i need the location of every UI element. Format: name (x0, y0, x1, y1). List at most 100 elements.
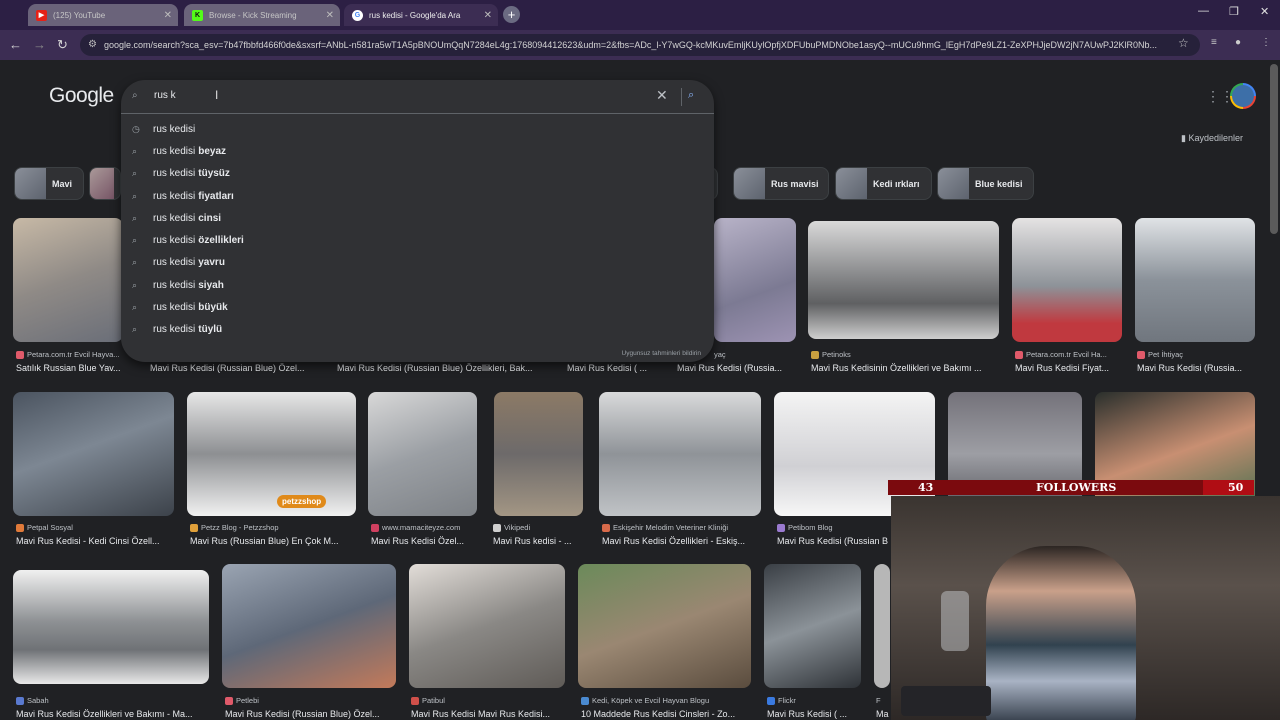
profile-icon[interactable]: ● (1235, 37, 1241, 48)
search-input[interactable]: rus k (154, 90, 176, 101)
site-favicon (1015, 350, 1023, 359)
chip-label: Rus mavisi (771, 178, 819, 189)
result-image[interactable] (1135, 218, 1255, 342)
result-image[interactable] (368, 392, 477, 516)
result-image[interactable] (13, 392, 174, 516)
suggestion-prefix: rus kedisi (153, 168, 196, 180)
result-image[interactable] (1012, 218, 1122, 342)
tab-google[interactable]: G rus kedisi - Google'da Ara ✕ (344, 4, 498, 26)
search-icon: ⌕ (132, 168, 138, 179)
report-predictions-link[interactable]: Uygunsuz tahminleri bildirin (622, 350, 701, 357)
google-logo[interactable]: Google (49, 84, 114, 108)
result-title[interactable]: Mavi Rus Kedisinin Özellikleri ve Bakımı… (811, 363, 1001, 373)
clear-search-button[interactable]: ✕ (656, 87, 668, 104)
result-title[interactable]: Mavi Rus Kedisi Fiyat... (1015, 363, 1125, 373)
chip-blue-kedisi[interactable]: Blue kedisi (937, 167, 1034, 200)
maximize-icon[interactable]: ❐ (1229, 5, 1239, 18)
suggestion-item[interactable]: ⌕ rus kedisi cinsi (121, 207, 714, 229)
tab-youtube[interactable]: ▶ (125) YouTube ✕ (28, 4, 178, 26)
result-title[interactable]: Mavi Rus Kedisi Özellikleri ve Bakımı - … (16, 709, 211, 719)
result-image[interactable]: petzzshop (187, 392, 356, 516)
suggestion-item[interactable]: ◷ rus kedisi (121, 118, 714, 140)
suggestion-item[interactable]: ⌕ rus kedisi tüylü (121, 319, 714, 341)
result-title[interactable]: Mavi Rus (Russian Blue) En Çok M... (190, 536, 355, 546)
close-icon[interactable]: ✕ (326, 10, 334, 21)
result-title[interactable]: 10 Maddede Rus Kedisi Cinsleri - Zo... (581, 709, 751, 719)
bottle (941, 591, 969, 651)
suggestion-item[interactable]: ⌕ rus kedisi büyük (121, 296, 714, 318)
result-title[interactable]: Mavi Rus Kedisi (Russia... (1137, 363, 1255, 373)
result-image[interactable] (599, 392, 761, 516)
google-icon: G (352, 9, 363, 21)
site-favicon (371, 523, 379, 532)
result-source: F (876, 696, 890, 705)
search-submit-button[interactable]: ⌕ (688, 89, 694, 102)
result-title[interactable]: Mavi Rus Kedisi ( ... (567, 363, 662, 373)
menu-icon[interactable]: ⋮ (1261, 37, 1271, 48)
result-title[interactable]: Mavi Rus Kedisi Özellikleri - Eskiş... (602, 536, 762, 546)
result-image[interactable] (808, 221, 999, 339)
result-image[interactable] (578, 564, 751, 688)
chip-mavi[interactable]: Mavi (14, 167, 84, 200)
extensions-icon[interactable]: ≡ (1211, 37, 1217, 48)
suggestion-prefix: rus kedisi (153, 257, 196, 269)
address-bar[interactable]: ⚙ google.com/search?sca_esv=7b47fbbfd466… (80, 34, 1200, 56)
kick-icon: K (192, 9, 203, 21)
result-title[interactable]: Satılık Russian Blue Yav... (16, 363, 136, 373)
result-title[interactable]: Mavi Rus Kedisi (Russian B (777, 536, 889, 546)
result-title[interactable]: Mavi Rus Kedisi (Russian Blue) Özellikle… (337, 363, 552, 373)
source-label: Pet İhtiyaç (1148, 350, 1184, 359)
result-title[interactable]: Mavi Rus Kedisi (Russia... (677, 363, 799, 373)
minimize-icon[interactable]: — (1198, 5, 1209, 17)
result-image[interactable] (714, 218, 796, 342)
followers-goal-bar: 43 FOLLOWERS 50 (888, 480, 1254, 495)
result-title[interactable]: Mavi Rus Kedisi ( ... (767, 709, 862, 719)
suggestion-completion: büyük (198, 302, 228, 314)
reload-icon[interactable]: ↻ (57, 37, 68, 53)
saved-link[interactable]: ▮ Kaydedilenler (1181, 133, 1243, 144)
chip-rus-mavisi[interactable]: Rus mavisi (733, 167, 829, 200)
back-icon[interactable]: ← (9, 37, 22, 52)
result-title[interactable]: Mavi Rus kedisi - ... (493, 536, 585, 546)
result-title[interactable]: Ma (876, 709, 890, 719)
forward-icon[interactable]: → (33, 37, 46, 52)
suggestion-completion: fiyatları (198, 190, 234, 202)
suggestion-completion: tüysüz (198, 168, 230, 180)
close-window-icon[interactable]: ✕ (1260, 5, 1269, 18)
result-title[interactable]: Mavi Rus Kedisi - Kedi Cinsi Özell... (16, 536, 174, 546)
chip-partial[interactable] (89, 167, 121, 200)
search-icon: ⌕ (132, 235, 138, 246)
search-icon: ⌕ (132, 212, 138, 223)
close-icon[interactable]: ✕ (484, 10, 492, 21)
suggestion-item[interactable]: ⌕ rus kedisi özellikleri (121, 229, 714, 251)
tab-kick[interactable]: K Browse - Kick Streaming ✕ (184, 4, 340, 26)
scrollbar[interactable] (1270, 64, 1278, 234)
site-info-icon[interactable]: ⚙ (88, 39, 97, 50)
avatar[interactable] (1230, 83, 1256, 109)
result-image[interactable] (409, 564, 565, 688)
result-title[interactable]: Mavi Rus Kedisi Özel... (371, 536, 479, 546)
source-label: Flickr (778, 696, 796, 705)
source-label: F (876, 696, 881, 705)
suggestion-item[interactable]: ⌕ rus kedisi siyah (121, 274, 714, 296)
bookmark-star-icon[interactable]: ☆ (1178, 36, 1189, 50)
result-image[interactable] (13, 218, 123, 342)
result-image[interactable] (764, 564, 861, 688)
search-icon: ⌕ (132, 302, 138, 313)
new-tab-button[interactable]: + (503, 6, 520, 23)
result-title[interactable]: Mavi Rus Kedisi (Russian Blue) Özel... (225, 709, 397, 719)
suggestion-item[interactable]: ⌕ rus kedisi yavru (121, 252, 714, 274)
result-image[interactable] (13, 570, 209, 684)
chip-kedi-irklari[interactable]: Kedi ırkları (835, 167, 932, 200)
close-icon[interactable]: ✕ (164, 10, 172, 21)
suggestion-completion: cinsi (198, 212, 222, 224)
result-image[interactable] (222, 564, 396, 688)
suggestion-item[interactable]: ⌕ rus kedisi beyaz (121, 140, 714, 162)
search-box[interactable]: ⌕ rus k I ✕ ⌕ (121, 80, 714, 114)
suggestion-item[interactable]: ⌕ rus kedisi tüysüz (121, 163, 714, 185)
suggestion-item[interactable]: ⌕ rus kedisi fiyatları (121, 185, 714, 207)
result-image[interactable] (494, 392, 583, 516)
result-title[interactable]: Mavi Rus Kedisi (Russian Blue) Özel... (150, 363, 325, 373)
result-title[interactable]: Mavi Rus Kedisi Mavi Rus Kedisi... (411, 709, 567, 719)
result-image[interactable] (874, 564, 890, 688)
